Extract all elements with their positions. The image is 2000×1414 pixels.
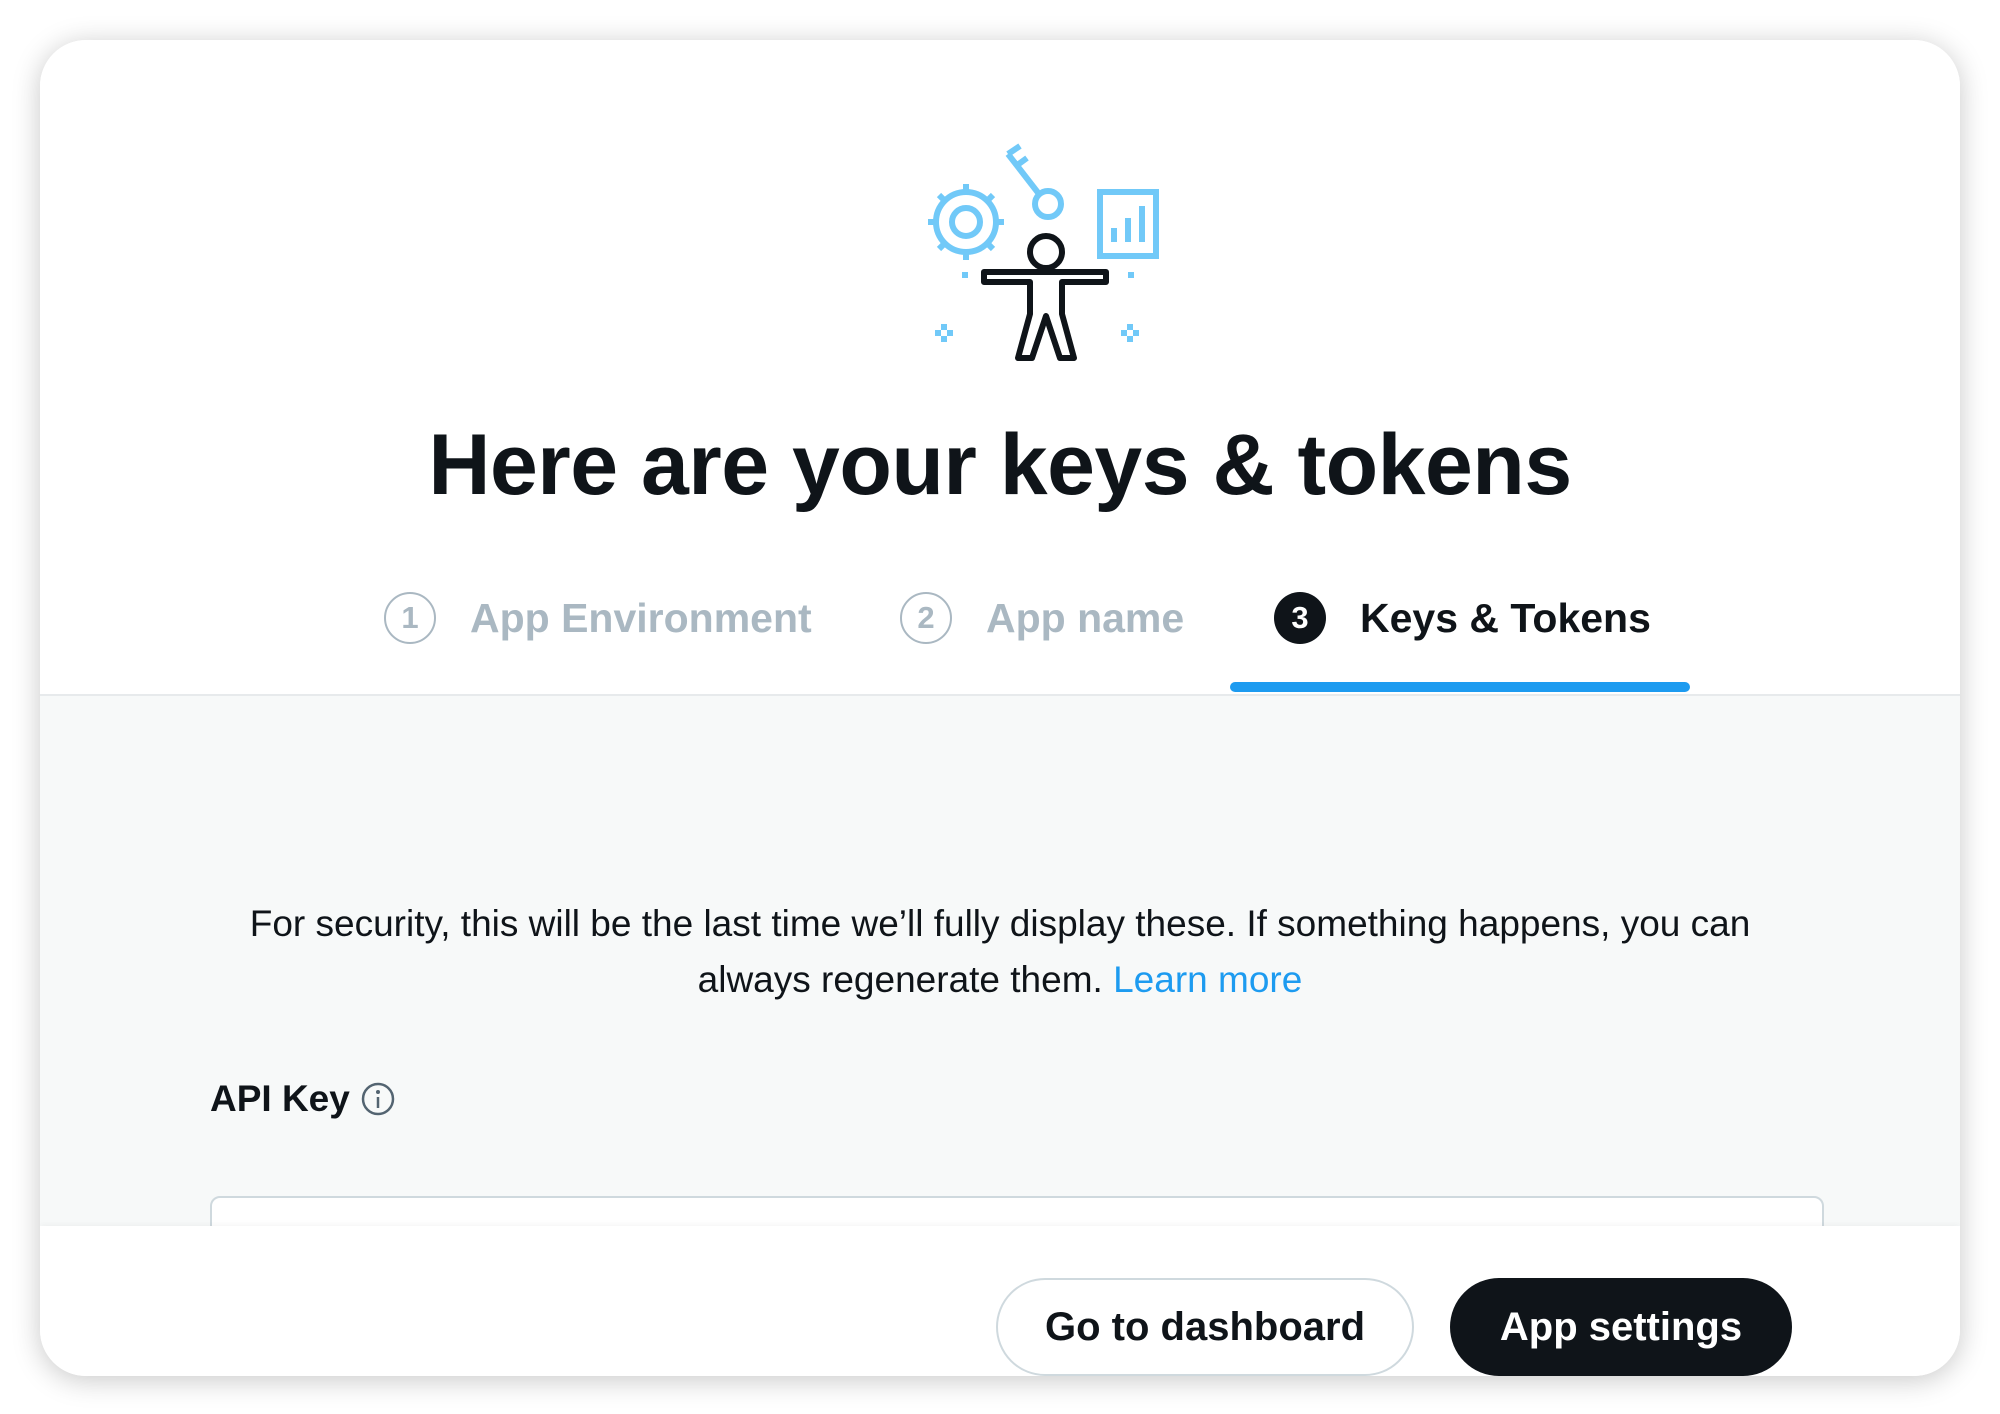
- security-notice: For security, this will be the last time…: [190, 896, 1810, 1008]
- step-keys-tokens[interactable]: 3 Keys & Tokens: [1274, 592, 1651, 644]
- api-key-label-row: API Key: [210, 1078, 396, 1120]
- app-settings-button[interactable]: App settings: [1450, 1278, 1792, 1376]
- step-app-name[interactable]: 2 App name: [900, 592, 1184, 644]
- modal-header: Here are your keys & tokens 1 App Enviro…: [40, 40, 1960, 696]
- learn-more-link[interactable]: Learn more: [1113, 959, 1302, 1000]
- api-key-label: API Key: [210, 1078, 350, 1119]
- notice-line-1: For security, this will be the last time…: [249, 903, 1751, 944]
- step-label: App name: [986, 594, 1185, 641]
- step-label: App Environment: [470, 594, 812, 641]
- active-step-indicator: [1230, 682, 1690, 692]
- notice-line-2: always regenerate them.: [697, 959, 1103, 1000]
- modal-footer: Go to dashboard App settings: [40, 1226, 1960, 1376]
- step-number-badge: 3: [1274, 592, 1326, 644]
- step-number-badge: 1: [384, 592, 436, 644]
- stepper: 1 App Environment 2 App name 3 Keys & To…: [40, 40, 1960, 694]
- go-to-dashboard-button[interactable]: Go to dashboard: [996, 1278, 1414, 1376]
- modal-body: For security, this will be the last time…: [40, 696, 1960, 1280]
- step-number-badge: 2: [900, 592, 952, 644]
- step-app-environment[interactable]: 1 App Environment: [384, 592, 812, 644]
- keys-tokens-modal: Here are your keys & tokens 1 App Enviro…: [40, 40, 1960, 1376]
- step-label: Keys & Tokens: [1360, 594, 1651, 641]
- info-icon[interactable]: [360, 1081, 396, 1117]
